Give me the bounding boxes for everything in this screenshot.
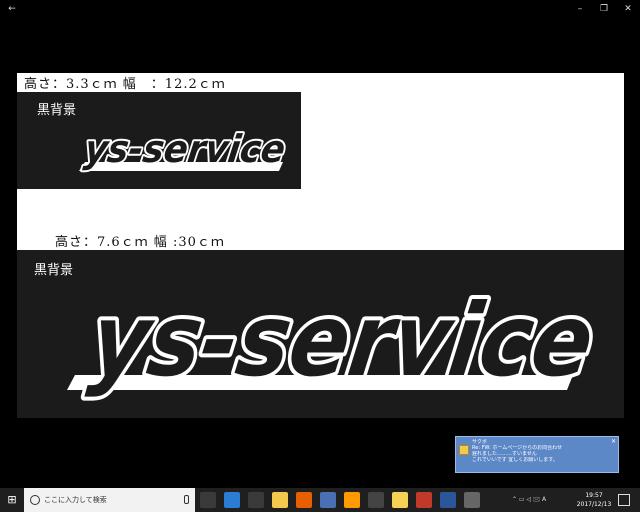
microphone-icon[interactable]	[184, 495, 189, 504]
clock-time: 19:57	[585, 492, 603, 499]
taskbar-app-sticky-icon[interactable]	[392, 492, 408, 508]
taskbar-app-app-blue-icon[interactable]	[320, 492, 336, 508]
large-logo-panel: 黒背景 ys-service	[17, 250, 624, 418]
clock[interactable]: 19:57 2017/12/13	[576, 491, 612, 509]
small-logo-panel: 黒背景 ys-service	[17, 92, 301, 189]
title-bar: ← – ❐ ✕	[0, 0, 640, 18]
search-icon	[30, 495, 40, 505]
search-box[interactable]: ここに入力して検索	[24, 488, 195, 512]
notification-body-2: これでいいです 宜しくお願いします。	[472, 457, 558, 463]
taskbar-app-illustrator-icon[interactable]	[344, 492, 360, 508]
taskbar-app-red-app-icon[interactable]	[416, 492, 432, 508]
photo-image: 高さ：3.3ｃｍ 幅 ：12.2ｃｍ 黒背景 ys-service 高さ：7.6…	[17, 73, 624, 418]
taskbar-app-photos-icon[interactable]	[464, 492, 480, 508]
taskbar-app-task-view-icon[interactable]	[200, 492, 216, 508]
taskbar-app-word-icon[interactable]	[440, 492, 456, 508]
small-logo: ys-service	[79, 126, 290, 174]
search-placeholder[interactable]: ここに入力して検索	[44, 488, 107, 512]
small-dimensions-text: 高さ：3.3ｃｍ 幅 ：12.2ｃｍ	[24, 77, 226, 92]
taskbar-app-store-icon[interactable]	[248, 492, 264, 508]
taskbar-app-firefox-icon[interactable]	[296, 492, 312, 508]
back-button[interactable]: ←	[0, 0, 24, 18]
large-dimensions-text: 高さ：7.6ｃｍ 幅 :30ｃｍ	[55, 235, 225, 250]
action-center-icon[interactable]	[618, 494, 630, 506]
taskbar: ⊞ ここに入力して検索 ⌃ ▭ ◁ 🖂 A 19:57 2017/12/13	[0, 488, 640, 512]
minimize-button[interactable]: –	[568, 0, 592, 18]
svg-text:ys-service: ys-service	[84, 282, 600, 398]
mail-envelope-icon	[459, 445, 469, 455]
taskbar-app-mail-icon[interactable]	[368, 492, 384, 508]
mail-notification[interactable]: ✕ サクボ Re: FW: ホームページからのお問合わせ 遅れました………すいま…	[455, 436, 619, 473]
taskbar-app-edge-icon[interactable]	[224, 492, 240, 508]
svg-text:ys-service: ys-service	[82, 128, 288, 172]
large-logo: ys-service	[67, 278, 604, 403]
system-tray-icons[interactable]: ⌃ ▭ ◁ 🖂 A	[512, 488, 546, 512]
start-button[interactable]: ⊞	[0, 488, 24, 512]
maximize-button[interactable]: ❐	[592, 0, 616, 18]
close-button[interactable]: ✕	[616, 0, 640, 18]
taskbar-app-explorer-icon[interactable]	[272, 492, 288, 508]
clock-date: 2017/12/13	[576, 501, 612, 508]
